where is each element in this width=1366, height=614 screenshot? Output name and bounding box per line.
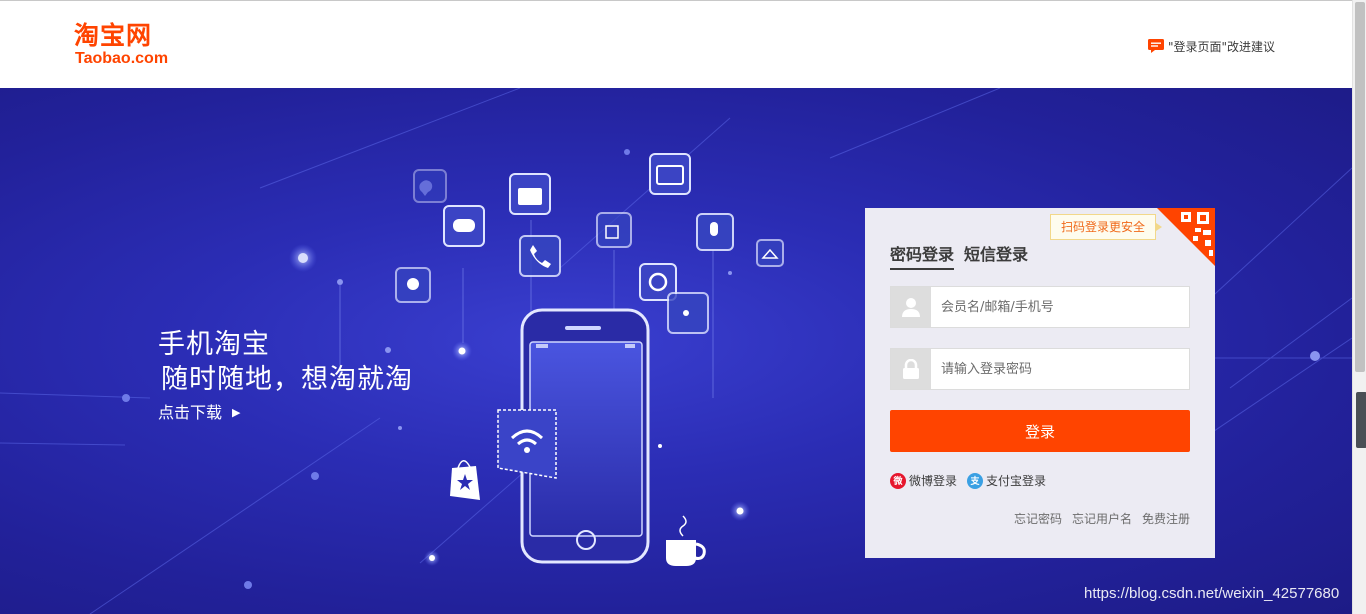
feedback-chat-icon — [1148, 39, 1164, 53]
hero-banner: 手机淘宝 随时随地，想淘就淘 点击下载 ▶ 密码登录 短信登录 扫码登录更安全 — [0, 88, 1352, 614]
weibo-icon: 微 — [890, 472, 906, 489]
logo-chinese-text: 淘宝网 — [74, 21, 153, 50]
taobao-logo[interactable]: 淘宝网 Taobao.com — [74, 21, 186, 69]
alipay-login-label: 支付宝登录 — [986, 474, 1047, 488]
slogan-subtitle: 随时随地，想淘就淘 — [161, 364, 413, 395]
register-link[interactable]: 免费注册 — [1142, 510, 1190, 527]
download-label: 点击下载 — [158, 403, 223, 422]
password-input[interactable] — [931, 349, 1189, 389]
login-panel: 密码登录 短信登录 扫码登录更安全 会员名/邮箱/手机号 登录 微 微博登录 支… — [865, 208, 1215, 558]
weibo-login-link[interactable]: 微 微博登录 — [890, 472, 957, 489]
scrollbar-thumb[interactable] — [1355, 2, 1365, 372]
site-header: 淘宝网 Taobao.com "登录页面"改进建议 — [0, 0, 1352, 88]
login-button[interactable]: 登录 — [890, 410, 1190, 452]
forgot-username-link[interactable]: 忘记用户名 — [1072, 510, 1132, 527]
slogan-title: 手机淘宝 — [158, 329, 270, 360]
username-input[interactable] — [931, 287, 1189, 327]
logo-english-text: Taobao.com — [75, 50, 169, 67]
qr-code-icon[interactable] — [1157, 208, 1215, 266]
alipay-icon: 支 — [967, 472, 984, 489]
play-arrow-icon: ▶ — [232, 406, 241, 419]
lock-icon — [891, 349, 931, 389]
feedback-text: "登录页面"改进建议 — [1168, 39, 1276, 54]
login-tabs: 密码登录 短信登录 — [890, 241, 1038, 270]
feedback-link[interactable]: "登录页面"改进建议 — [1148, 37, 1275, 55]
weibo-login-label: 微博登录 — [909, 474, 958, 488]
side-widget[interactable] — [1356, 392, 1366, 448]
hero-slogan: 手机淘宝 随时随地，想淘就淘 点击下载 ▶ — [158, 328, 413, 424]
tab-sms-login[interactable]: 短信登录 — [964, 241, 1028, 270]
user-icon — [891, 287, 931, 327]
qr-login-tip: 扫码登录更安全 — [1050, 214, 1163, 240]
alipay-login-link[interactable]: 支 支付宝登录 — [967, 472, 1046, 489]
username-field — [890, 286, 1190, 328]
forgot-password-link[interactable]: 忘记密码 — [1014, 510, 1062, 527]
third-party-login: 微 微博登录 支 支付宝登录 — [890, 472, 1056, 489]
tab-password-login[interactable]: 密码登录 — [890, 241, 955, 270]
vertical-scrollbar[interactable] — [1352, 0, 1366, 614]
account-links: 忘记密码 忘记用户名 免费注册 — [1004, 510, 1190, 527]
download-link[interactable]: 点击下载 ▶ — [158, 402, 413, 424]
password-field — [890, 348, 1190, 390]
watermark-text: https://blog.csdn.net/weixin_42577680 — [1084, 585, 1340, 602]
